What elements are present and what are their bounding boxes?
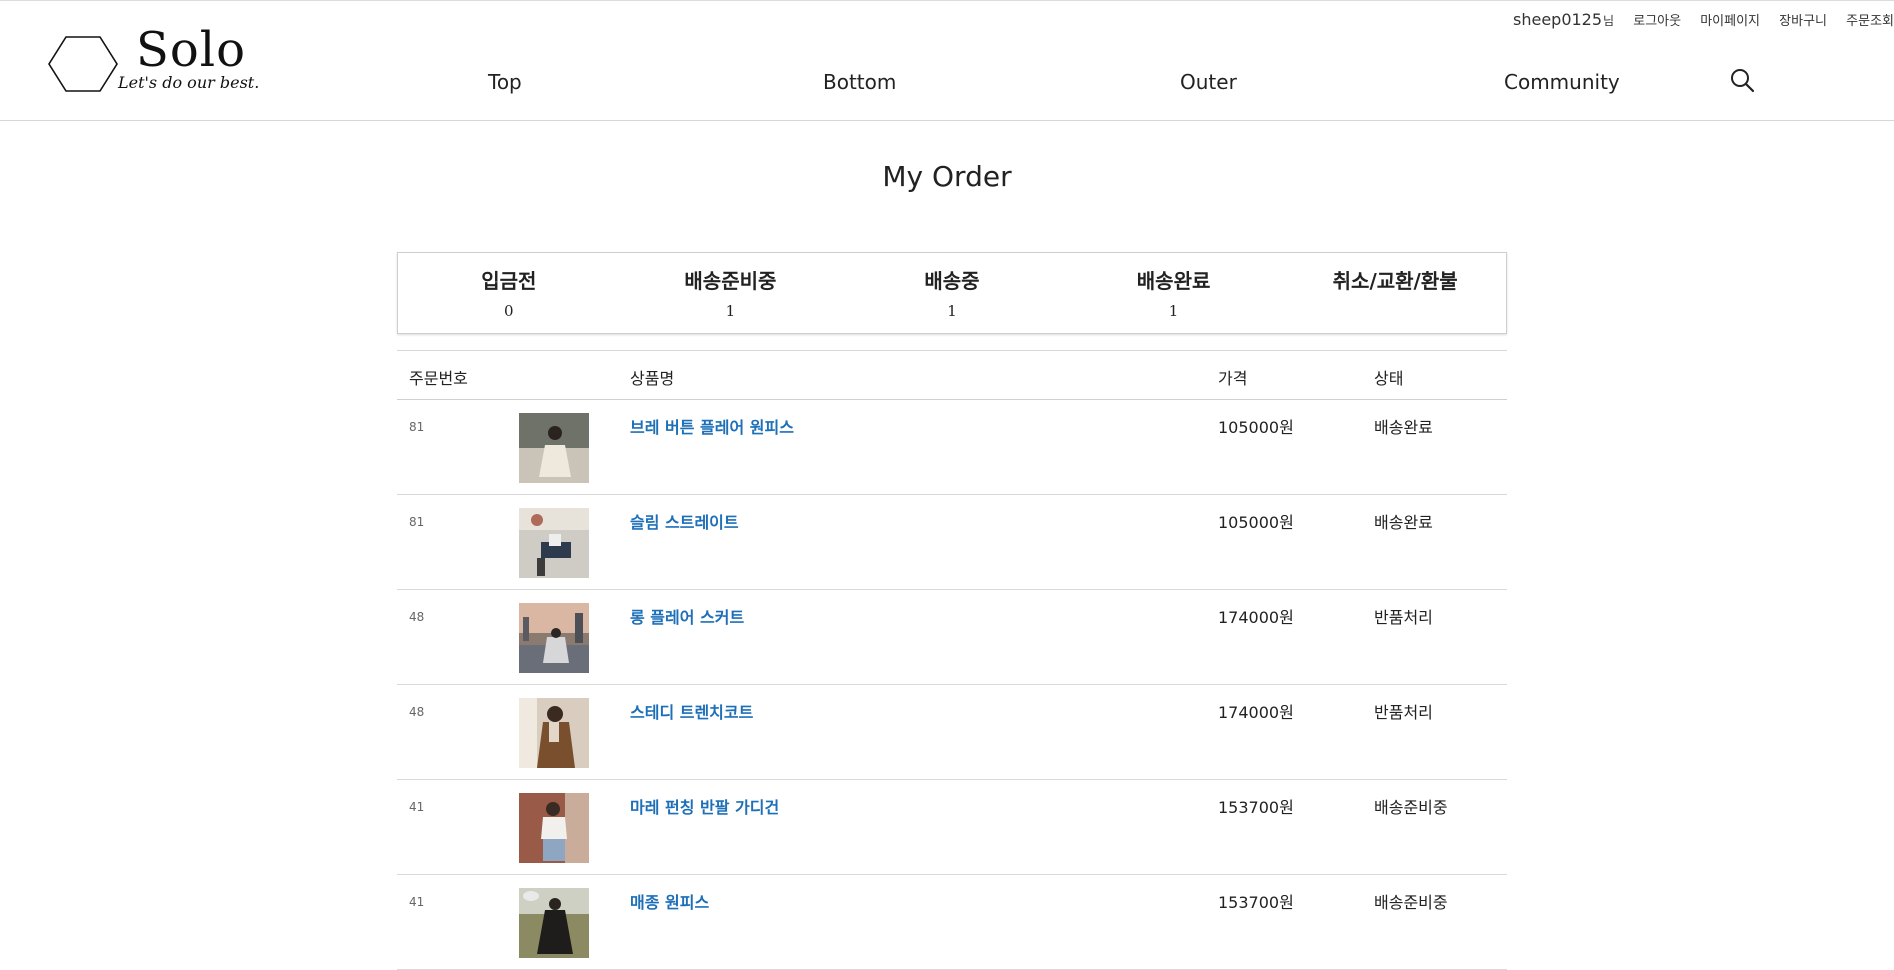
- search-button[interactable]: [1730, 68, 1756, 94]
- logout-link[interactable]: 로그아웃: [1633, 10, 1681, 29]
- product-thumbnail[interactable]: [519, 413, 589, 483]
- table-header: 주문번호 상품명 가격 상태: [397, 350, 1507, 400]
- summary-count: 1: [725, 302, 736, 320]
- table-row: 81 브레 버튼 플레어 원피스 105000원 배송완료: [397, 400, 1507, 495]
- logo-title: Solo: [136, 22, 247, 78]
- utility-nav: sheep0125님 로그아웃 마이페이지 장바구니 주문조회: [1513, 10, 1894, 32]
- order-status: 배송완료: [1374, 513, 1433, 532]
- product-thumbnail[interactable]: [519, 698, 589, 768]
- price: 153700원: [1218, 798, 1294, 817]
- summary-shipping: 배송중 1: [841, 253, 1063, 333]
- mypage-link[interactable]: 마이페이지: [1700, 10, 1760, 29]
- table-row: 41 매종 원피스 153700원 배송준비중: [397, 875, 1507, 970]
- order-status: 반품처리: [1374, 608, 1433, 627]
- summary-label: 취소/교환/환불: [1332, 269, 1458, 293]
- order-lookup-link[interactable]: 주문조회: [1846, 10, 1894, 29]
- price: 105000원: [1218, 418, 1294, 437]
- summary-count: 1: [947, 302, 957, 320]
- user-suffix: 님: [1603, 14, 1615, 28]
- summary-count: 0: [504, 302, 514, 320]
- page-title: My Order: [882, 160, 1012, 193]
- hexagon-icon: [48, 36, 118, 92]
- order-number: 41: [409, 800, 425, 814]
- summary-label: 배송중: [924, 269, 980, 293]
- price: 174000원: [1218, 608, 1294, 627]
- summary-label: 입금전: [481, 269, 537, 293]
- header-product: 상품명: [630, 369, 675, 388]
- order-number: 48: [409, 705, 425, 719]
- product-name-link[interactable]: 스테디 트렌치코트: [630, 699, 753, 723]
- summary-label: 배송준비중: [684, 269, 777, 293]
- summary-cancel-exchange-refund: 취소/교환/환불: [1284, 253, 1506, 333]
- header-status: 상태: [1374, 369, 1404, 388]
- product-thumbnail[interactable]: [519, 508, 589, 578]
- table-row: 48 스테디 트렌치코트 174000원 반품처리: [397, 685, 1507, 780]
- site-logo[interactable]: Solo Let's do our best.: [48, 22, 298, 96]
- order-status: 반품처리: [1374, 703, 1433, 722]
- summary-pending-payment: 입금전 0: [398, 253, 620, 333]
- logo-subtitle: Let's do our best.: [118, 73, 260, 92]
- product-thumbnail[interactable]: [519, 793, 589, 863]
- header-price: 가격: [1218, 369, 1248, 388]
- order-status: 배송준비중: [1374, 893, 1448, 912]
- product-name-link[interactable]: 브레 버튼 플레어 원피스: [630, 414, 794, 438]
- order-number: 81: [409, 515, 425, 529]
- table-row: 48 롱 플레어 스커트 174000원 반품처리: [397, 590, 1507, 685]
- order-number: 81: [409, 420, 425, 434]
- order-number: 41: [409, 895, 425, 909]
- product-name-link[interactable]: 롱 플레어 스커트: [630, 604, 744, 628]
- order-status-summary: 입금전 0 배송준비중 1 배송중 1 배송완료 1 취소/교환/환불: [397, 252, 1507, 334]
- nav-outer[interactable]: Outer: [1180, 70, 1237, 94]
- cart-link[interactable]: 장바구니: [1779, 10, 1827, 29]
- product-thumbnail[interactable]: [519, 888, 589, 958]
- order-status: 배송완료: [1374, 418, 1433, 437]
- summary-count: 1: [1168, 302, 1179, 320]
- price: 105000원: [1218, 513, 1294, 532]
- table-row: 81 슬림 스트레이트 105000원 배송완료: [397, 495, 1507, 590]
- summary-preparing: 배송준비중 1: [620, 253, 842, 333]
- summary-label: 배송완료: [1136, 269, 1211, 293]
- summary-delivered: 배송완료 1: [1063, 253, 1285, 333]
- product-name-link[interactable]: 마레 펀칭 반팔 가디건: [630, 794, 779, 818]
- product-thumbnail[interactable]: [519, 603, 589, 673]
- order-table: 주문번호 상품명 가격 상태 81 브레 버튼 플레어 원피스 105000원 …: [397, 350, 1507, 970]
- search-icon: [1731, 69, 1755, 93]
- nav-top[interactable]: Top: [488, 70, 522, 94]
- site-header: Solo Let's do our best. sheep0125님 로그아웃 …: [0, 0, 1894, 121]
- order-status: 배송준비중: [1374, 798, 1448, 817]
- user-name: sheep0125: [1513, 10, 1603, 29]
- order-number: 48: [409, 610, 425, 624]
- price: 153700원: [1218, 893, 1294, 912]
- nav-community[interactable]: Community: [1504, 70, 1620, 94]
- product-name-link[interactable]: 슬림 스트레이트: [630, 509, 739, 533]
- table-row: 41 마레 펀칭 반팔 가디건 153700원 배송준비중: [397, 780, 1507, 875]
- nav-bottom[interactable]: Bottom: [823, 70, 896, 94]
- header-order-no: 주문번호: [409, 369, 468, 388]
- product-name-link[interactable]: 매종 원피스: [630, 889, 709, 913]
- price: 174000원: [1218, 703, 1294, 722]
